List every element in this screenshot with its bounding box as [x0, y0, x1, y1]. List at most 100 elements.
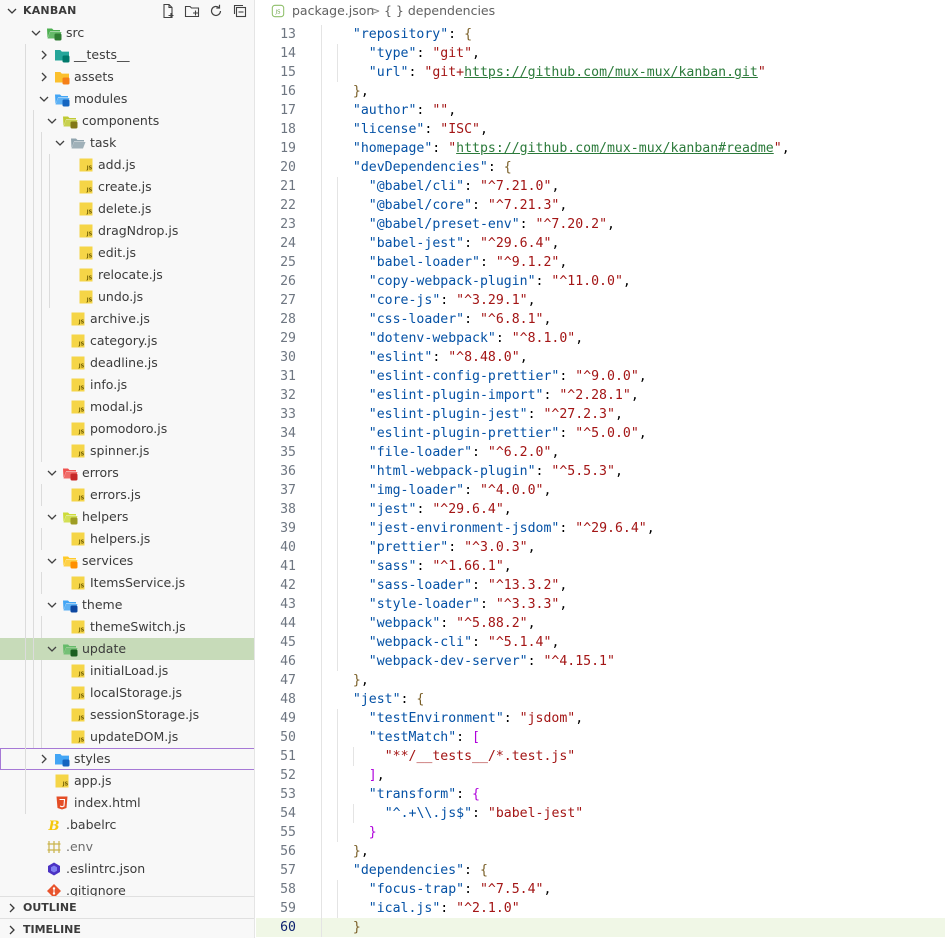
code-line[interactable]: 27 "core-js": "^3.29.1", [256, 291, 945, 310]
code-line[interactable]: 55} [256, 823, 945, 842]
tree-file-sessionstorage-js[interactable]: JS sessionStorage.js [0, 704, 254, 726]
code-line[interactable]: 47}, [256, 671, 945, 690]
tree-file-delete-js[interactable]: JS delete.js [0, 198, 254, 220]
chevron-right-icon[interactable] [4, 900, 20, 916]
code-line[interactable]: 23 "@babel/preset-env": "^7.20.2", [256, 215, 945, 234]
code-line[interactable]: 34 "eslint-plugin-prettier": "^5.0.0", [256, 424, 945, 443]
tree-file-archive-js[interactable]: JS archive.js [0, 308, 254, 330]
code-line[interactable]: 21 "@babel/cli": "^7.21.0", [256, 177, 945, 196]
code-line[interactable]: 20 "devDependencies": { [256, 158, 945, 177]
tree-file-modal-js[interactable]: JS modal.js [0, 396, 254, 418]
tree-file-add-js[interactable]: JS add.js [0, 154, 254, 176]
chevron-down-icon[interactable] [44, 465, 60, 481]
code-line[interactable]: 45 "webpack-cli": "^5.1.4", [256, 633, 945, 652]
code-line[interactable]: 15 "url": "git+https://github.com/mux-mux… [256, 63, 945, 82]
tree-file-initialload-js[interactable]: JS initialLoad.js [0, 660, 254, 682]
tree-file-updatedom-js[interactable]: JS updateDOM.js [0, 726, 254, 748]
tree-folder-helpers[interactable]: helpers [0, 506, 254, 528]
code-line[interactable]: 41 "sass": "^1.66.1", [256, 557, 945, 576]
code-line[interactable]: 17 "author": "", [256, 101, 945, 120]
tree-file-localstorage-js[interactable]: JS localStorage.js [0, 682, 254, 704]
code-line[interactable]: 29 "dotenv-webpack": "^8.1.0", [256, 329, 945, 348]
code-line[interactable]: 57 "dependencies": { [256, 861, 945, 880]
code-line[interactable]: 22 "@babel/core": "^7.21.3", [256, 196, 945, 215]
tree-file-relocate-js[interactable]: JS relocate.js [0, 264, 254, 286]
tree-folder-components[interactable]: components [0, 110, 254, 132]
tree-folder-services[interactable]: services [0, 550, 254, 572]
tree-folder-theme[interactable]: theme [0, 594, 254, 616]
code-line[interactable]: 46 "webpack-dev-server": "^4.15.1" [256, 652, 945, 671]
tree-file-category-js[interactable]: JS category.js [0, 330, 254, 352]
code-line[interactable]: 39 "jest-environment-jsdom": "^29.6.4", [256, 519, 945, 538]
collapse-all-icon[interactable] [232, 3, 248, 19]
chevron-down-icon[interactable] [28, 25, 44, 41]
tree-file-deadline-js[interactable]: JS deadline.js [0, 352, 254, 374]
code-line[interactable]: 16}, [256, 82, 945, 101]
code-line[interactable]: 14 "type": "git", [256, 44, 945, 63]
code-line[interactable]: 30 "eslint": "^8.48.0", [256, 348, 945, 367]
tree-folder-update[interactable]: update [0, 638, 254, 660]
explorer-header[interactable]: KANBAN [0, 0, 254, 22]
code-line[interactable]: 35 "file-loader": "^6.2.0", [256, 443, 945, 462]
outline-section[interactable]: OUTLINE [0, 896, 254, 918]
code-link[interactable]: https://github.com/mux-mux/kanban.git [464, 65, 758, 80]
tree-file-env[interactable]: .env [0, 836, 254, 858]
tree-file-index-html[interactable]: index.html [0, 792, 254, 814]
code-line[interactable]: 36 "html-webpack-plugin": "^5.5.3", [256, 462, 945, 481]
chevron-down-icon[interactable] [44, 597, 60, 613]
breadcrumb-symbol[interactable]: { } dependencies [384, 0, 495, 22]
tree-file-undo-js[interactable]: JS undo.js [0, 286, 254, 308]
chevron-down-icon[interactable] [44, 553, 60, 569]
timeline-section[interactable]: TIMELINE [0, 918, 254, 938]
code-line[interactable]: 18 "license": "ISC", [256, 120, 945, 139]
tree-file-itemsservice-js[interactable]: JS ItemsService.js [0, 572, 254, 594]
chevron-down-icon[interactable] [44, 113, 60, 129]
new-file-icon[interactable] [160, 3, 176, 19]
tree-file-babelrc[interactable]: B .babelrc [0, 814, 254, 836]
tree-file-app-js[interactable]: JS app.js [0, 770, 254, 792]
tree-folder-modules[interactable]: modules [0, 88, 254, 110]
code-line[interactable]: 60} [256, 918, 945, 937]
chevron-right-icon[interactable] [36, 47, 52, 63]
code-line[interactable]: 26 "copy-webpack-plugin": "^11.0.0", [256, 272, 945, 291]
code-line[interactable]: 33 "eslint-plugin-jest": "^27.2.3", [256, 405, 945, 424]
tree-file-errors-js[interactable]: JS errors.js [0, 484, 254, 506]
tree-file-edit-js[interactable]: JS edit.js [0, 242, 254, 264]
chevron-right-icon[interactable] [36, 69, 52, 85]
chevron-down-icon[interactable] [44, 509, 60, 525]
tree-folder-assets[interactable]: assets [0, 66, 254, 88]
tree-file-dragndrop-js[interactable]: JS dragNdrop.js [0, 220, 254, 242]
code-line[interactable]: 54 "^.+\\.js$": "babel-jest" [256, 804, 945, 823]
code-line[interactable]: 44 "webpack": "^5.88.2", [256, 614, 945, 633]
code-line[interactable]: 37 "img-loader": "^4.0.0", [256, 481, 945, 500]
new-folder-icon[interactable] [184, 3, 200, 19]
code-line[interactable]: 42 "sass-loader": "^13.3.2", [256, 576, 945, 595]
code-editor[interactable]: JS package.json > { } dependencies 13 "re… [256, 0, 945, 938]
chevron-down-icon[interactable] [44, 641, 60, 657]
code-line[interactable]: 43 "style-loader": "^3.3.3", [256, 595, 945, 614]
tree-folder-task[interactable]: task [0, 132, 254, 154]
code-line[interactable]: 28 "css-loader": "^6.8.1", [256, 310, 945, 329]
code-line[interactable]: 31 "eslint-config-prettier": "^9.0.0", [256, 367, 945, 386]
code-line[interactable]: 56}, [256, 842, 945, 861]
refresh-icon[interactable] [208, 3, 224, 19]
chevron-down-icon[interactable] [36, 91, 52, 107]
code-line[interactable]: 13 "repository": { [256, 25, 945, 44]
chevron-down-icon[interactable] [52, 135, 68, 151]
code-line[interactable]: 50 "testMatch": [ [256, 728, 945, 747]
code-line[interactable]: 24 "babel-jest": "^29.6.4", [256, 234, 945, 253]
tree-file-eslintrc-json[interactable]: .eslintrc.json [0, 858, 254, 880]
code-line[interactable]: 48 "jest": { [256, 690, 945, 709]
code-line[interactable]: 40 "prettier": "^3.0.3", [256, 538, 945, 557]
code-line[interactable]: 52], [256, 766, 945, 785]
breadcrumb-file[interactable]: package.json [292, 0, 374, 22]
tree-file-helpers-js[interactable]: JS helpers.js [0, 528, 254, 550]
tree-folder-errors[interactable]: errors [0, 462, 254, 484]
code-line[interactable]: 51 "**/__tests__/*.test.js" [256, 747, 945, 766]
tree-file-themeswitch-js[interactable]: JS themeSwitch.js [0, 616, 254, 638]
tree-folder-tests[interactable]: __tests__ [0, 44, 254, 66]
chevron-down-icon[interactable] [4, 3, 20, 19]
tree-file-spinner-js[interactable]: JS spinner.js [0, 440, 254, 462]
code-line[interactable]: 38 "jest": "^29.6.4", [256, 500, 945, 519]
code-line[interactable]: 19 "homepage": "https://github.com/mux-mu… [256, 139, 945, 158]
